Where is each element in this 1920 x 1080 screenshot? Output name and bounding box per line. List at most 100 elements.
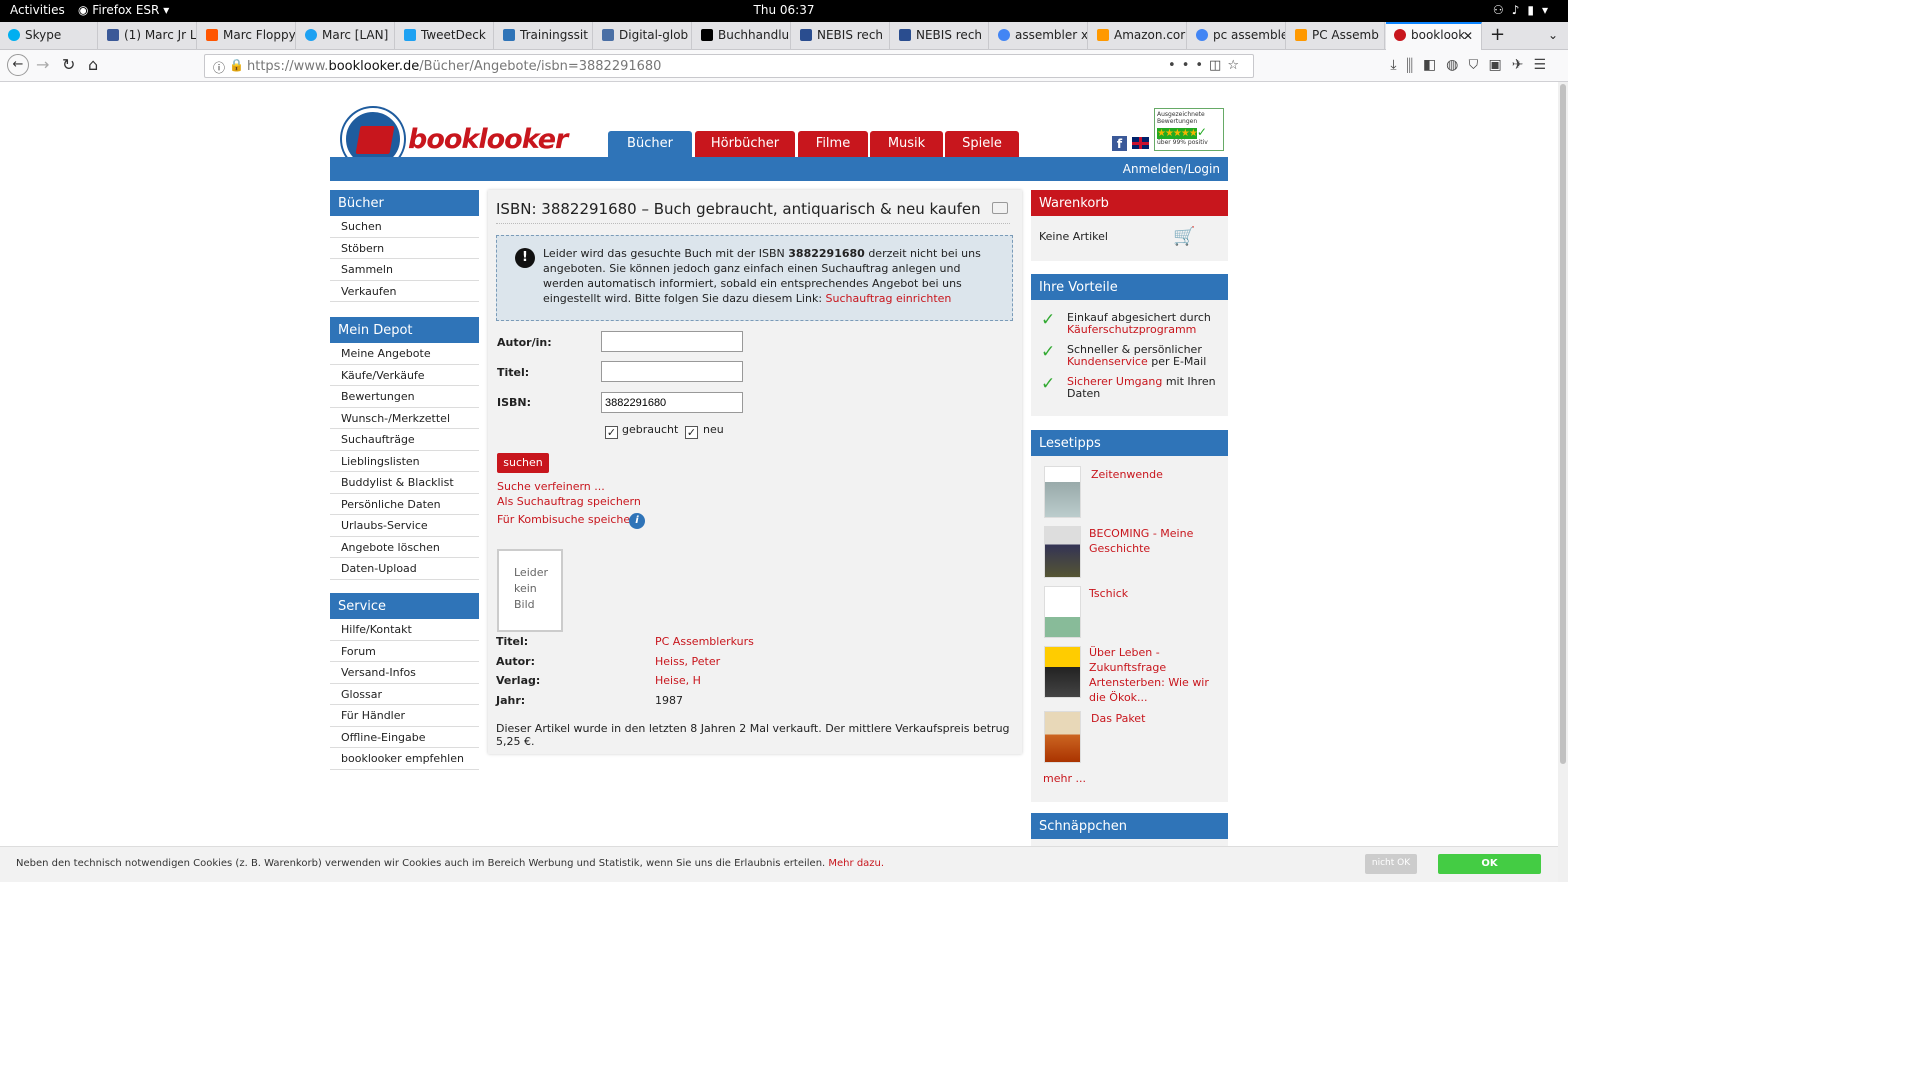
customer-service-link[interactable]: Kundenservice <box>1067 355 1148 368</box>
browser-tab[interactable]: Skype <box>0 22 98 50</box>
login-link[interactable]: Anmelden/Login <box>1123 162 1220 176</box>
title-input[interactable] <box>601 361 743 382</box>
downloads-icon[interactable]: ⤓ <box>1390 57 1406 73</box>
back-button[interactable]: ← <box>7 54 29 76</box>
isbn-input[interactable] <box>601 392 743 413</box>
browser-tab[interactable]: Buchhandlu <box>693 22 791 50</box>
book-cover-thumbnail[interactable] <box>1044 526 1081 578</box>
rating-badge[interactable]: Ausgezeichnete Bewertungen ★★★★★✓ über 9… <box>1154 108 1224 151</box>
save-combi-search-link[interactable]: Für Kombisuche speichern <box>497 513 641 526</box>
reading-tip-link[interactable]: Das Paket <box>1091 711 1221 726</box>
nav-tab-music[interactable]: Musik <box>870 131 943 157</box>
used-label[interactable]: gebraucht <box>622 423 678 436</box>
detail-value-publisher[interactable]: Heise, H <box>655 674 701 687</box>
sidebar-item-my-offers[interactable]: Meine Angebote <box>330 343 479 365</box>
facebook-icon[interactable]: f <box>1112 136 1127 151</box>
browser-tab[interactable]: NEBIS rech <box>792 22 890 50</box>
browser-tab[interactable]: Marc Floppy <box>198 22 296 50</box>
nav-tab-games[interactable]: Spiele <box>945 131 1019 157</box>
browser-tab[interactable]: PC Assemb <box>1287 22 1385 50</box>
info-icon[interactable]: i <box>629 513 645 529</box>
cookie-more-link[interactable]: Mehr dazu. <box>828 858 884 869</box>
used-checkbox[interactable]: ✓ <box>605 426 618 439</box>
nav-tab-books[interactable]: Bücher <box>608 131 692 157</box>
sidebar-item-collect[interactable]: Sammeln <box>330 259 479 281</box>
new-checkbox[interactable]: ✓ <box>685 426 698 439</box>
forward-button[interactable]: → <box>36 55 49 74</box>
detail-value-title[interactable]: PC Assemblerkurs <box>655 635 754 648</box>
sidebar-item-vacation-service[interactable]: Urlaubs-Service <box>330 515 479 537</box>
scrollbar-thumb[interactable] <box>1560 84 1566 764</box>
sidebar-item-help[interactable]: Hilfe/Kontakt <box>330 619 479 641</box>
new-tab-button[interactable]: + <box>1490 24 1505 45</box>
sidebar-item-ratings[interactable]: Bewertungen <box>330 386 479 408</box>
sidebar-item-offline-entry[interactable]: Offline-Eingabe <box>330 726 479 748</box>
browser-tab[interactable]: (1) Marc Jr L <box>99 22 197 50</box>
accept-cookies-button[interactable]: OK <box>1438 854 1541 874</box>
book-cover-thumbnail[interactable] <box>1044 711 1081 763</box>
sidebar-item-personal-data[interactable]: Persönliche Daten <box>330 493 479 515</box>
author-input[interactable] <box>601 331 743 352</box>
browser-tab[interactable]: Marc [LAN] <box>297 22 395 50</box>
extension-icon[interactable]: ◍ <box>1446 57 1468 73</box>
url-bar[interactable]: ⓘ 🔒 https://www.booklooker.de/Bücher/Ang… <box>204 54 1254 78</box>
browser-tab[interactable]: pc assemble <box>1188 22 1286 50</box>
browser-tab[interactable]: assembler x <box>990 22 1088 50</box>
sidebar-item-forum[interactable]: Forum <box>330 640 479 662</box>
sidebar-item-delete-offers[interactable]: Angebote löschen <box>330 536 479 558</box>
detail-value-author[interactable]: Heiss, Peter <box>655 655 720 668</box>
save-search-order-link[interactable]: Als Suchauftrag speichern <box>497 495 641 508</box>
browser-tab[interactable]: Trainingssit <box>495 22 593 50</box>
close-tab-icon[interactable]: ✕ <box>1463 29 1473 43</box>
refine-search-link[interactable]: Suche verfeinern ... <box>497 480 605 493</box>
lock-icon[interactable]: 🔒 <box>229 58 244 72</box>
reading-tip-link[interactable]: Über Leben - Zukunftsfrage Artensterben:… <box>1089 645 1219 705</box>
reading-tip-link[interactable]: Tschick <box>1089 586 1219 601</box>
english-flag-icon[interactable] <box>1132 137 1149 149</box>
sidebar-item-favorite-lists[interactable]: Lieblingslisten <box>330 450 479 472</box>
info-icon[interactable]: ⓘ <box>213 59 225 76</box>
search-button[interactable]: suchen <box>497 453 549 473</box>
url-text[interactable]: https://www.booklooker.de/Bücher/Angebot… <box>247 59 661 74</box>
buyer-protection-link[interactable]: Käuferschutzprogramm <box>1067 323 1196 336</box>
sidebar-icon[interactable]: ◧ <box>1423 57 1446 73</box>
sidebar-item-browse[interactable]: Stöbern <box>330 237 479 259</box>
sidebar-item-sell[interactable]: Verkaufen <box>330 280 479 302</box>
system-tray[interactable]: ⚇♪▮▾ <box>1493 3 1556 17</box>
home-button[interactable]: ⌂ <box>88 55 98 74</box>
extension-icon[interactable]: ✈ <box>1512 57 1534 73</box>
browser-tab-active[interactable]: booklook ✕ <box>1386 22 1482 50</box>
menu-hamburger-icon[interactable]: ☰ <box>1533 57 1556 73</box>
browser-tab[interactable]: Amazon.cor <box>1089 22 1187 50</box>
reading-tip-link[interactable]: Zeitenwende <box>1091 467 1221 482</box>
nav-tab-movies[interactable]: Filme <box>798 131 868 157</box>
page-actions-icon[interactable]: ••• <box>1168 58 1209 73</box>
reload-button[interactable]: ↻ <box>62 55 75 74</box>
sidebar-item-data-upload[interactable]: Daten-Upload <box>330 558 479 580</box>
sidebar-item-glossary[interactable]: Glossar <box>330 683 479 705</box>
sidebar-item-purchases-sales[interactable]: Käufe/Verkäufe <box>330 364 479 386</box>
new-label[interactable]: neu <box>703 423 724 436</box>
create-search-order-link[interactable]: Suchauftrag einrichten <box>826 292 952 305</box>
sidebar-item-recommend[interactable]: booklooker empfehlen <box>330 748 479 770</box>
decline-cookies-button[interactable]: nicht OK <box>1365 854 1417 874</box>
book-cover-thumbnail[interactable] <box>1044 646 1081 698</box>
book-icon[interactable] <box>992 202 1008 214</box>
clock[interactable]: Thu 06:37 <box>0 3 1568 17</box>
browser-tab[interactable]: Digital-glob <box>594 22 692 50</box>
browser-tab[interactable]: NEBIS rech <box>891 22 989 50</box>
page-scrollbar[interactable] <box>1558 82 1568 882</box>
bookmark-star-icon[interactable]: ☆ <box>1227 58 1245 73</box>
sidebar-item-search-orders[interactable]: Suchaufträge <box>330 429 479 451</box>
book-cover-thumbnail[interactable] <box>1044 466 1081 518</box>
browser-tab[interactable]: TweetDeck <box>396 22 494 50</box>
sidebar-item-wishlist[interactable]: Wunsch-/Merkzettel <box>330 407 479 429</box>
nav-tab-audiobooks[interactable]: Hörbücher <box>695 131 795 157</box>
more-tips-link[interactable]: mehr ... <box>1043 772 1086 785</box>
sidebar-item-dealers[interactable]: Für Händler <box>330 705 479 727</box>
list-tabs-chevron-icon[interactable]: ⌄ <box>1548 28 1558 42</box>
shopping-cart-icon[interactable]: 🛒 <box>1173 226 1195 247</box>
book-cover-thumbnail[interactable] <box>1044 586 1081 638</box>
sidebar-item-search[interactable]: Suchen <box>330 216 479 238</box>
pocket-icon[interactable]: ◫ <box>1209 58 1227 73</box>
